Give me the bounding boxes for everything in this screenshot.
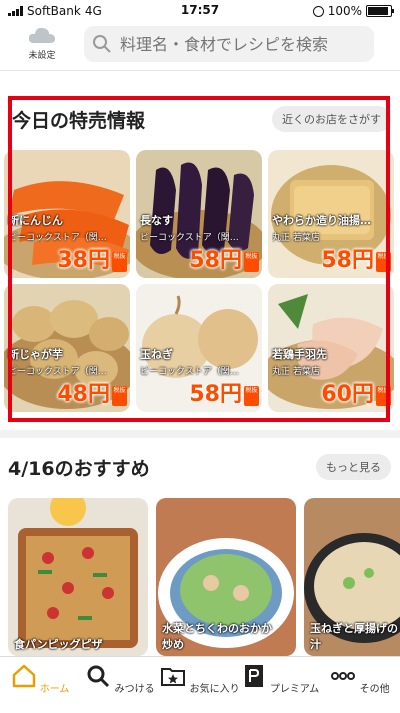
recipe-card[interactable]: 玉ねぎと厚揚げの 汁 <box>304 498 400 656</box>
pizza-toast-image <box>8 498 148 656</box>
header-divider <box>0 70 400 71</box>
tab-premium[interactable]: プレミアム <box>240 663 320 695</box>
location-label: 未設定 <box>28 51 56 61</box>
cloud-icon <box>28 26 56 44</box>
home-icon <box>12 664 35 688</box>
tab-label: その他 <box>359 684 390 695</box>
search-input[interactable] <box>118 33 362 55</box>
battery-icon <box>366 5 394 17</box>
tab-label: ホーム <box>39 684 70 695</box>
tab-label: お気に入り <box>189 684 240 695</box>
recipe-card[interactable]: 食パンピッグピザ <box>8 498 148 656</box>
tab-home[interactable]: ホーム <box>0 663 80 695</box>
location-button[interactable]: 未設定 <box>20 26 64 61</box>
premium-icon <box>244 665 263 687</box>
recommend-section-title: 4/16のおすすめ <box>8 458 150 480</box>
recipe-title-line2: 炒め <box>162 638 184 651</box>
more-button[interactable]: もっと見る <box>316 454 391 480</box>
recipe-card[interactable]: 水菜とちくわのおかか 炒め <box>156 498 296 656</box>
search-bar[interactable] <box>84 26 374 62</box>
tab-label: プレミアム <box>269 684 320 695</box>
tab-bar: ホーム みつける お気に入り プレミアム その他 <box>0 656 400 713</box>
tab-favorites[interactable]: お気に入り <box>160 663 240 695</box>
highlight-frame <box>8 96 390 422</box>
favorite-folder-icon <box>161 668 186 686</box>
recipe-title: 水菜とちくわのおかか <box>162 622 272 635</box>
search-icon <box>87 665 110 688</box>
battery-percent: 100% <box>327 4 362 18</box>
rotation-lock-icon <box>312 5 324 17</box>
recipe-title: 食パンピッグピザ <box>14 638 103 651</box>
recipe-title: 玉ねぎと厚揚げの <box>310 622 398 635</box>
search-icon <box>93 35 111 53</box>
tab-find[interactable]: みつける <box>80 663 160 695</box>
recipe-title-line2: 汁 <box>310 638 321 651</box>
tab-more[interactable]: その他 <box>320 663 400 695</box>
more-icon <box>331 672 356 680</box>
tab-label: みつける <box>114 684 155 695</box>
section-divider <box>0 430 400 438</box>
status-bar: SoftBank 4G 17:57 100% <box>0 0 400 22</box>
header: 未設定 <box>0 22 400 68</box>
